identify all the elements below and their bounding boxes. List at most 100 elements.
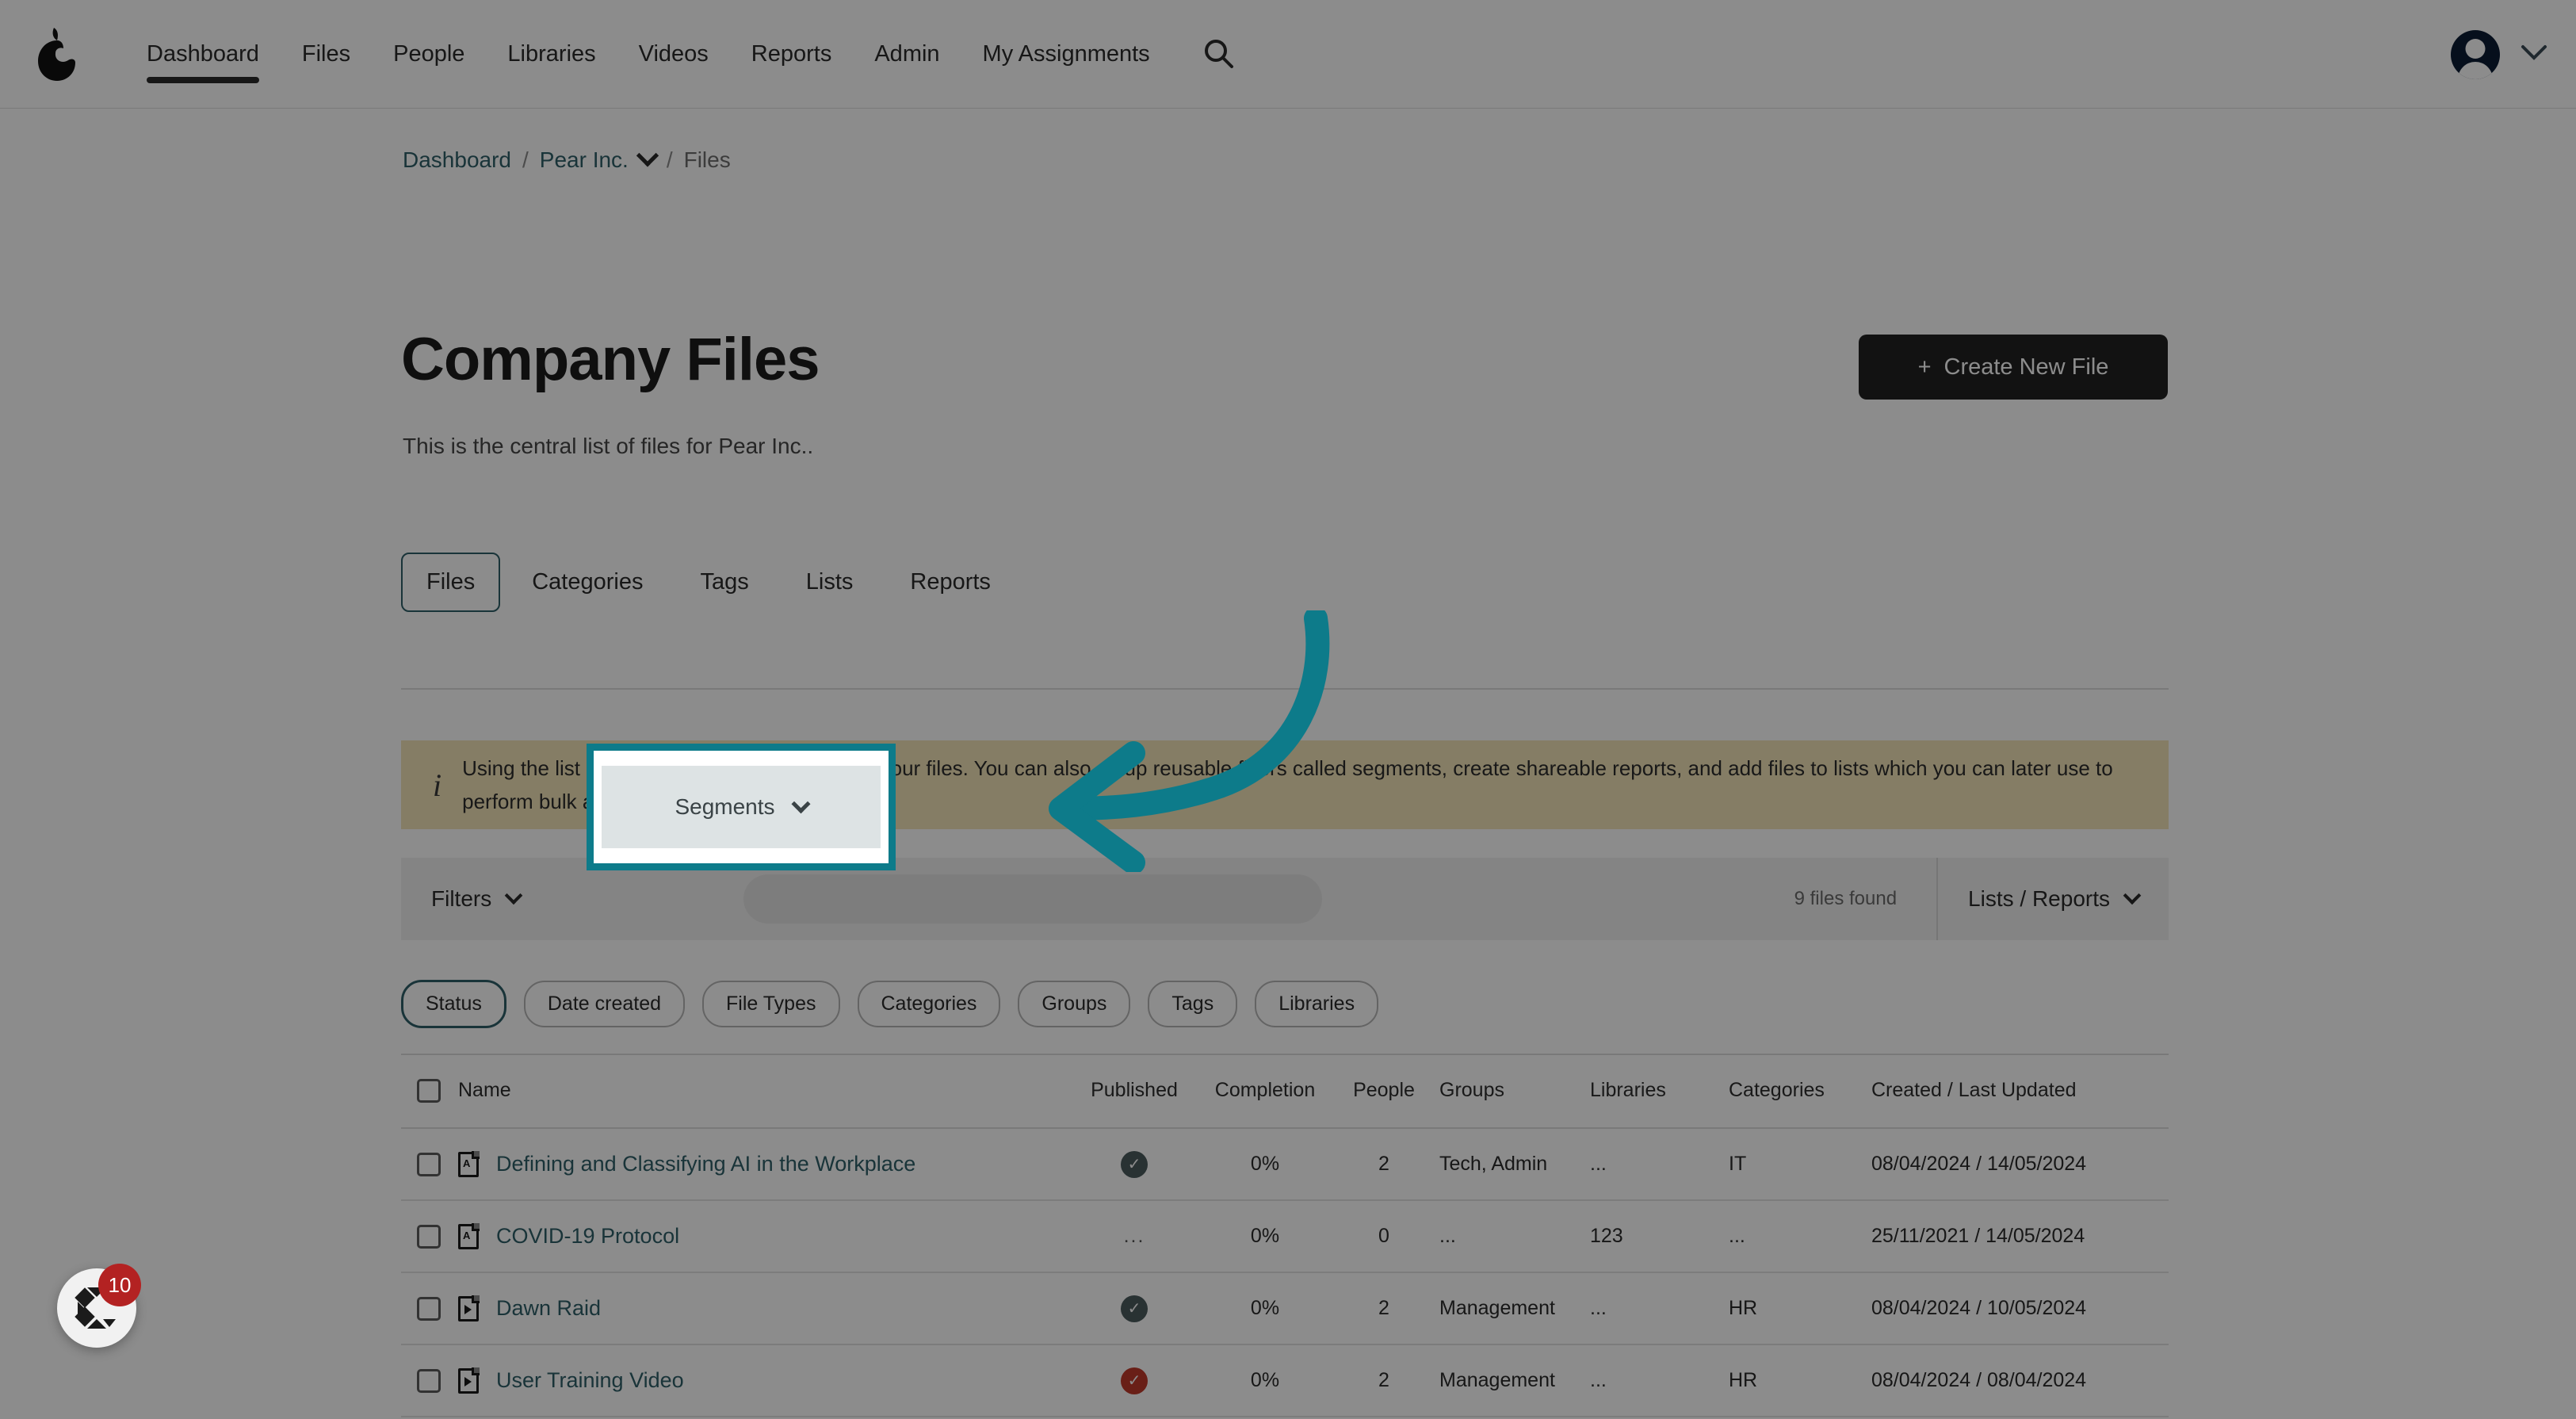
col-created-last-updated[interactable]: Created / Last Updated [1871, 1079, 2141, 1102]
search-icon[interactable] [1198, 33, 1240, 75]
dates-cell: 08/04/2024 / 08/04/2024 [1871, 1369, 2087, 1391]
filters-label: Filters [431, 886, 492, 911]
select-all-cell[interactable] [401, 1078, 458, 1103]
chat-widget[interactable]: 10 [57, 1264, 141, 1348]
col-categories[interactable]: Categories [1729, 1079, 1871, 1102]
table-row[interactable]: A Defining and Classifying AI in the Work… [401, 1129, 2169, 1201]
segments-dropdown-highlighted[interactable]: Segments [599, 766, 883, 848]
completion-cell: 0% [1250, 1225, 1280, 1247]
nav-item-files[interactable]: Files [281, 0, 372, 109]
row-checkbox[interactable] [417, 1224, 441, 1249]
lists-reports-dropdown[interactable]: Lists / Reports [1938, 858, 2169, 940]
breadcrumb-separator: / [666, 147, 673, 172]
nav-item-reports[interactable]: Reports [730, 0, 854, 109]
avatar[interactable] [2451, 29, 2500, 79]
page-subtitle: This is the central list of files for Pe… [403, 434, 814, 458]
tab-label: Files [426, 569, 476, 595]
col-groups[interactable]: Groups [1439, 1079, 1590, 1102]
file-name-link[interactable]: Dawn Raid [496, 1296, 601, 1321]
breadcrumb: Dashboard / Pear Inc. / Files [403, 144, 731, 173]
row-select-cell[interactable] [401, 1368, 458, 1393]
create-new-file-label: Create New File [1943, 354, 2109, 380]
results-count: 9 files found [1794, 888, 1898, 909]
nav-label: Reports [751, 40, 832, 67]
completion-cell: 0% [1250, 1297, 1280, 1319]
col-published[interactable]: Published [1067, 1079, 1202, 1102]
completion-cell: 0% [1250, 1153, 1280, 1175]
pdf-file-icon: A [458, 1150, 480, 1177]
chevron-down-icon[interactable] [636, 144, 659, 167]
row-select-cell[interactable] [401, 1224, 458, 1249]
select-all-checkbox[interactable] [417, 1078, 441, 1103]
nav-label: Libraries [507, 40, 596, 67]
top-navigation-bar: Dashboard Files People Libraries Videos … [0, 0, 2576, 109]
pear-logo-icon[interactable] [30, 25, 84, 83]
row-select-cell[interactable] [401, 1296, 458, 1321]
chip-tags[interactable]: Tags [1148, 981, 1238, 1027]
nav-item-people[interactable]: People [372, 0, 486, 109]
groups-cell: Tech, Admin [1439, 1153, 1548, 1175]
dates-cell: 25/11/2021 / 14/05/2024 [1871, 1225, 2085, 1247]
tab-categories[interactable]: Categories [506, 553, 668, 612]
chip-file-types[interactable]: File Types [702, 981, 840, 1027]
categories-cell: HR [1729, 1369, 1758, 1391]
libraries-cell: ... [1590, 1369, 1607, 1391]
tab-lists[interactable]: Lists [781, 553, 879, 612]
file-name-link[interactable]: User Training Video [496, 1368, 684, 1393]
chat-widget-icon[interactable]: 10 [57, 1264, 141, 1348]
chevron-down-icon[interactable] [2521, 44, 2547, 65]
file-name-link[interactable]: Defining and Classifying AI in the Workp… [496, 1152, 915, 1176]
row-checkbox[interactable] [417, 1152, 441, 1176]
notification-badge: 10 [98, 1264, 141, 1306]
breadcrumb-separator: / [522, 147, 529, 172]
col-name[interactable]: Name [458, 1079, 1067, 1102]
breadcrumb-dashboard[interactable]: Dashboard [403, 147, 511, 173]
libraries-cell: ... [1590, 1297, 1607, 1319]
nav-item-libraries[interactable]: Libraries [486, 0, 617, 109]
row-checkbox[interactable] [417, 1296, 441, 1321]
tab-tags[interactable]: Tags [675, 553, 774, 612]
completion-cell: 0% [1250, 1369, 1280, 1391]
groups-cell: ... [1439, 1225, 1456, 1247]
nav-label: Admin [874, 40, 940, 67]
table-row[interactable]: Dawn Raid ✓ 0% 2 Management... HR 08/04/2024 /… [401, 1273, 2169, 1345]
nav-label: My Assignments [982, 40, 1150, 67]
segments-highlight-box[interactable]: Segments [587, 744, 896, 870]
filter-chip-row: Status Date created File Types Categorie… [401, 980, 1379, 1028]
create-new-file-button[interactable]: + Create New File [1859, 335, 2168, 400]
file-name-cell: A COVID-19 Protocol [458, 1222, 1067, 1249]
col-completion[interactable]: Completion [1202, 1079, 1328, 1102]
nav-item-my-assignments[interactable]: My Assignments [961, 0, 1171, 109]
table-row[interactable]: User Training Video ✓ 0% 2 Management... HR 08… [401, 1345, 2169, 1417]
row-checkbox[interactable] [417, 1368, 441, 1393]
table-row[interactable]: A COVID-19 Protocol... 0% 0... 123... 25/11/2… [401, 1201, 2169, 1273]
chevron-down-icon [791, 794, 811, 813]
table-body: A Defining and Classifying AI in the Work… [401, 1129, 2169, 1419]
nav-item-dashboard[interactable]: Dashboard [125, 0, 281, 109]
chip-date-created[interactable]: Date created [523, 981, 686, 1027]
breadcrumb-org[interactable]: Pear Inc. [540, 147, 629, 173]
filters-dropdown[interactable]: Filters [401, 858, 550, 940]
page-title: Company Files [401, 326, 820, 393]
dates-cell: 08/04/2024 / 14/05/2024 [1871, 1153, 2087, 1175]
chip-status[interactable]: Status [401, 980, 506, 1028]
video-file-icon [458, 1367, 480, 1394]
nav-links: Dashboard Files People Libraries Videos … [125, 0, 1240, 109]
tab-files[interactable]: Files [401, 553, 501, 612]
chip-groups[interactable]: Groups [1018, 981, 1131, 1027]
dates-cell: 08/04/2024 / 10/05/2024 [1871, 1297, 2087, 1319]
col-people[interactable]: People [1328, 1079, 1439, 1102]
file-name-link[interactable]: COVID-19 Protocol [496, 1224, 679, 1249]
chip-libraries[interactable]: Libraries [1255, 981, 1379, 1027]
chip-categories[interactable]: Categories [857, 981, 1001, 1027]
groups-cell: Management [1439, 1297, 1555, 1319]
nav-label: Videos [638, 40, 709, 67]
screenshot-root: Dashboard Files People Libraries Videos … [0, 0, 2576, 1419]
search-input[interactable] [743, 874, 1323, 924]
nav-item-videos[interactable]: Videos [617, 0, 730, 109]
tab-reports[interactable]: Reports [885, 553, 1016, 612]
nav-item-admin[interactable]: Admin [853, 0, 961, 109]
col-libraries[interactable]: Libraries [1590, 1079, 1729, 1102]
row-select-cell[interactable] [401, 1152, 458, 1176]
pdf-file-icon: A [458, 1222, 480, 1249]
